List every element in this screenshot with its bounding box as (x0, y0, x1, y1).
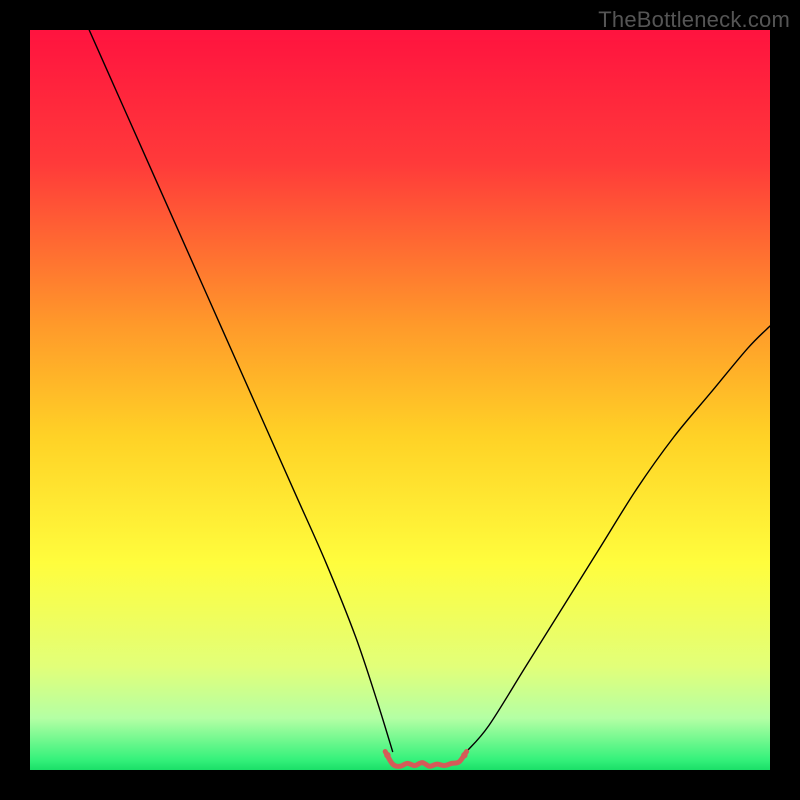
series-right-curve (467, 326, 770, 752)
ridge-endpoint-0 (384, 752, 390, 758)
chart-frame: TheBottleneck.com (0, 0, 800, 800)
ridge-endpoint-1 (461, 752, 467, 758)
series-left-curve (89, 30, 392, 752)
series-bottom-ridge (385, 752, 466, 767)
plot-svg (30, 30, 770, 770)
watermark-text: TheBottleneck.com (598, 7, 790, 33)
plot-area (30, 30, 770, 770)
